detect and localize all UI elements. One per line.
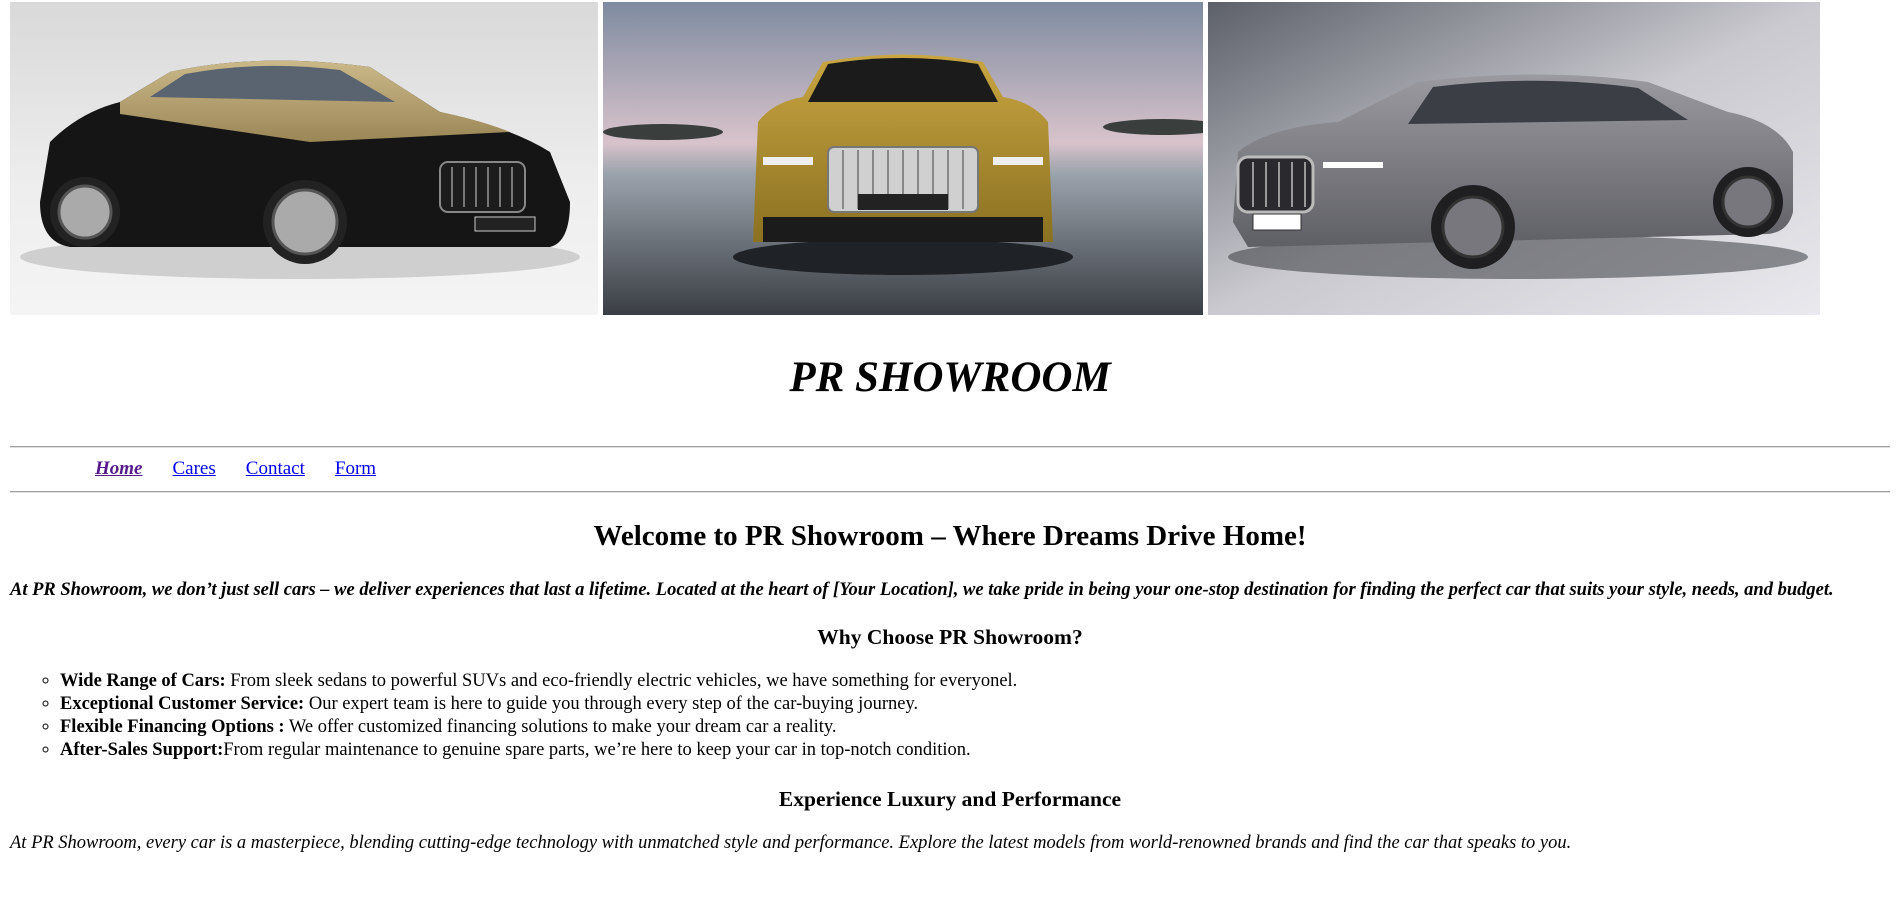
main-content: Welcome to PR Showroom – Where Dreams Dr… <box>10 520 1890 855</box>
car-photo-bmw <box>1208 2 1820 315</box>
nav-link-home[interactable]: Home <box>95 458 143 480</box>
feature-text: From regular maintenance to genuine spar… <box>223 739 971 760</box>
list-item: Flexible Financing Options : We offer cu… <box>60 716 1890 739</box>
nav-link-contact[interactable]: Contact <box>246 458 305 480</box>
nav-divider-bottom <box>10 491 1890 493</box>
list-item: Wide Range of Cars: From sleek sedans to… <box>60 670 1890 693</box>
car-photo-spectre <box>603 2 1203 315</box>
feature-text: From sleek sedans to powerful SUVs and e… <box>225 670 1018 691</box>
welcome-heading: Welcome to PR Showroom – Where Dreams Dr… <box>593 520 1307 552</box>
feature-text: We offer customized financing solutions … <box>284 716 837 737</box>
list-item: Exceptional Customer Service: Our expert… <box>60 693 1890 716</box>
nav-divider-top <box>10 446 1890 448</box>
outro-paragraph: At PR Showroom, every car is a masterpie… <box>10 832 1572 853</box>
feature-title: Flexible Financing Options : <box>60 716 285 737</box>
feature-title: Wide Range of Cars: <box>60 670 226 691</box>
why-choose-heading: Why Choose PR Showroom? <box>817 625 1083 650</box>
main-nav: Home Cares Contact Form <box>95 458 376 480</box>
car-photo-maybach <box>10 2 598 315</box>
nav-link-cares[interactable]: Cares <box>173 458 216 480</box>
site-title: PR SHOWROOM <box>789 354 1111 401</box>
intro-paragraph: At PR Showroom, we don’t just sell cars … <box>10 580 1834 601</box>
nav-link-form[interactable]: Form <box>335 458 376 480</box>
car-gallery <box>10 2 1820 315</box>
feature-title: Exceptional Customer Service: <box>60 693 305 714</box>
list-item: After-Sales Support:From regular mainten… <box>60 739 1890 762</box>
feature-title: After-Sales Support: <box>60 739 224 760</box>
features-list: Wide Range of Cars: From sleek sedans to… <box>10 670 1890 762</box>
experience-heading: Experience Luxury and Performance <box>778 786 1122 811</box>
feature-text: Our expert team is here to guide you thr… <box>304 693 919 714</box>
